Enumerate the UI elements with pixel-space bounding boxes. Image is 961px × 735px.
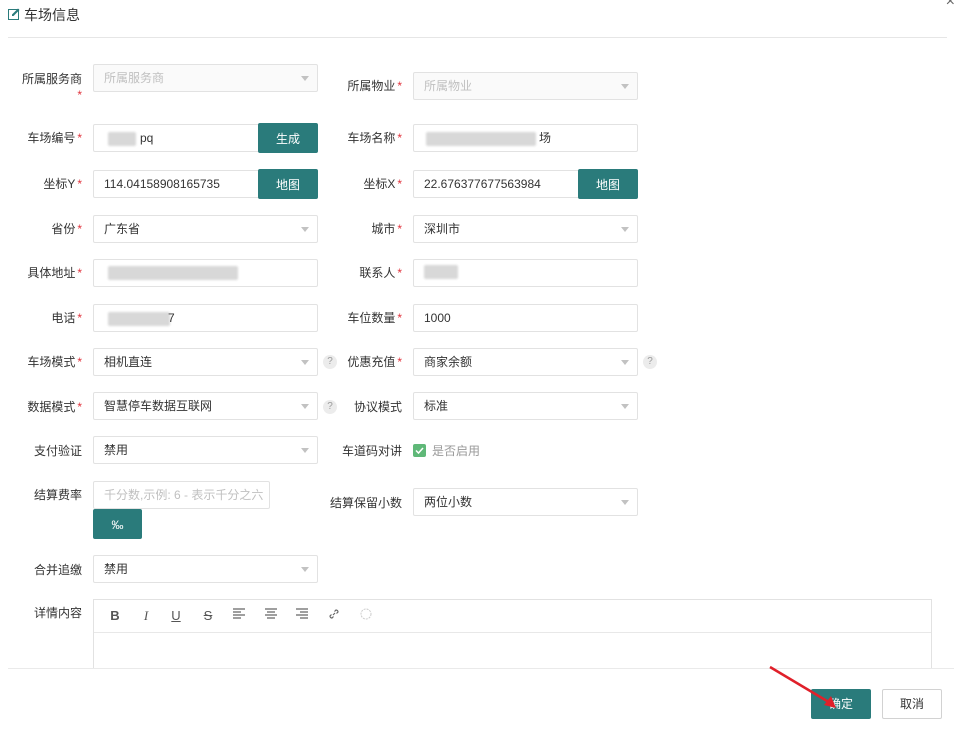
chevron-down-icon bbox=[301, 448, 309, 453]
address-input[interactable] bbox=[93, 259, 318, 287]
align-right-icon[interactable] bbox=[293, 607, 311, 625]
lot-mode-label: 车场模式 * bbox=[27, 355, 82, 369]
contact-input[interactable] bbox=[413, 259, 638, 287]
settle-decimals-label: 结算保留小数 bbox=[330, 496, 403, 510]
map-button-y[interactable]: 地图 bbox=[258, 169, 318, 199]
annotation-arrow-icon bbox=[769, 665, 836, 708]
align-left-glyph bbox=[233, 608, 245, 619]
spaces-input[interactable]: 1000 bbox=[413, 304, 638, 332]
lot-name-input[interactable]: 场 bbox=[413, 124, 638, 152]
link-icon[interactable] bbox=[325, 607, 343, 625]
chevron-down-icon bbox=[621, 227, 629, 232]
merge-tracking-label: 合并追缴 bbox=[33, 563, 82, 577]
redacted-text bbox=[108, 266, 238, 280]
payment-verify-select[interactable]: 禁用 bbox=[93, 436, 318, 464]
map-button-x[interactable]: 地图 bbox=[578, 169, 638, 199]
chevron-down-icon bbox=[621, 404, 629, 409]
coord-x-input[interactable]: 22.676377677563984 bbox=[413, 170, 581, 198]
province-label: 省份 * bbox=[51, 222, 82, 236]
header-divider bbox=[8, 37, 947, 38]
generate-button[interactable]: 生成 bbox=[258, 123, 318, 153]
lot-mode-select[interactable]: 相机直连 bbox=[93, 348, 318, 376]
help-icon[interactable]: ? bbox=[643, 355, 657, 369]
bold-icon[interactable]: B bbox=[106, 607, 124, 625]
contact-label: 联系人 * bbox=[359, 266, 402, 280]
emoji-icon[interactable] bbox=[357, 607, 375, 625]
cancel-button[interactable]: 取消 bbox=[882, 689, 942, 719]
link-glyph bbox=[329, 609, 339, 619]
align-left-icon[interactable] bbox=[230, 607, 248, 625]
data-mode-select[interactable]: 智慧停车数据互联网 bbox=[93, 392, 318, 420]
editor-toolbar: B I U S bbox=[94, 600, 931, 633]
edit-icon bbox=[8, 8, 20, 20]
coord-x-label: 坐标X * bbox=[363, 177, 402, 191]
permille-button[interactable]: ‰ bbox=[93, 509, 142, 539]
discount-recharge-select[interactable]: 商家余额 bbox=[413, 348, 638, 376]
city-select[interactable]: 深圳市 bbox=[413, 215, 638, 243]
details-label: 详情内容 bbox=[33, 606, 82, 620]
payment-verify-label: 支付验证 bbox=[33, 444, 82, 458]
coord-y-label: 坐标Y * bbox=[43, 177, 82, 191]
chevron-down-icon bbox=[301, 567, 309, 572]
redacted-text bbox=[108, 312, 170, 326]
lane-intercom-checkbox[interactable] bbox=[413, 444, 426, 457]
close-icon[interactable]: × bbox=[946, 0, 955, 10]
phone-label: 电话 * bbox=[51, 311, 82, 325]
protocol-mode-label: 协议模式 bbox=[353, 400, 402, 414]
strikethrough-icon[interactable]: S bbox=[199, 607, 217, 625]
discount-recharge-label: 优惠充值 * bbox=[347, 355, 402, 369]
chevron-down-icon bbox=[301, 404, 309, 409]
service-provider-select[interactable]: 所属服务商 bbox=[93, 64, 318, 92]
lane-intercom-label: 车道码对讲 bbox=[341, 444, 402, 458]
spaces-label: 车位数量 * bbox=[347, 311, 402, 325]
italic-icon[interactable]: I bbox=[137, 607, 155, 625]
service-provider-label: 所属服务商 * bbox=[21, 72, 82, 102]
align-center-icon[interactable] bbox=[262, 607, 280, 625]
phone-input[interactable]: 7 bbox=[93, 304, 318, 332]
chevron-down-icon bbox=[621, 84, 629, 89]
settle-decimals-select[interactable]: 两位小数 bbox=[413, 488, 638, 516]
chevron-down-icon bbox=[301, 360, 309, 365]
redacted-text bbox=[108, 132, 136, 146]
emoji-glyph bbox=[360, 608, 372, 620]
province-select[interactable]: 广东省 bbox=[93, 215, 318, 243]
check-icon bbox=[415, 447, 424, 455]
protocol-mode-select[interactable]: 标准 bbox=[413, 392, 638, 420]
dialog-header: 车场信息 × bbox=[0, 0, 961, 38]
chevron-down-icon bbox=[301, 76, 309, 81]
lot-name-label: 车场名称 * bbox=[347, 131, 402, 145]
chevron-down-icon bbox=[301, 227, 309, 232]
property-label: 所属物业 * bbox=[347, 79, 402, 93]
data-mode-label: 数据模式 * bbox=[27, 400, 82, 414]
lot-code-label: 车场编号 * bbox=[27, 131, 82, 145]
settle-rate-label: 结算费率 bbox=[33, 488, 82, 502]
address-label: 具体地址 * bbox=[27, 266, 82, 280]
underline-icon[interactable]: U bbox=[167, 607, 185, 625]
chevron-down-icon bbox=[621, 500, 629, 505]
property-select[interactable]: 所属物业 bbox=[413, 72, 638, 100]
lot-code-input[interactable]: pq bbox=[93, 124, 261, 152]
lane-intercom-checkbox-label[interactable]: 是否启用 bbox=[432, 443, 480, 459]
redacted-text bbox=[424, 265, 458, 279]
settle-rate-input[interactable]: 千分数,示例: 6 - 表示千分之六 bbox=[93, 481, 270, 509]
city-label: 城市 * bbox=[371, 222, 402, 236]
align-center-glyph bbox=[265, 608, 277, 619]
dialog-title: 车场信息 bbox=[24, 7, 80, 23]
redacted-text bbox=[426, 132, 536, 146]
align-right-glyph bbox=[296, 608, 308, 619]
merge-tracking-select[interactable]: 禁用 bbox=[93, 555, 318, 583]
chevron-down-icon bbox=[621, 360, 629, 365]
coord-y-input[interactable]: 114.04158908165735 bbox=[93, 170, 261, 198]
